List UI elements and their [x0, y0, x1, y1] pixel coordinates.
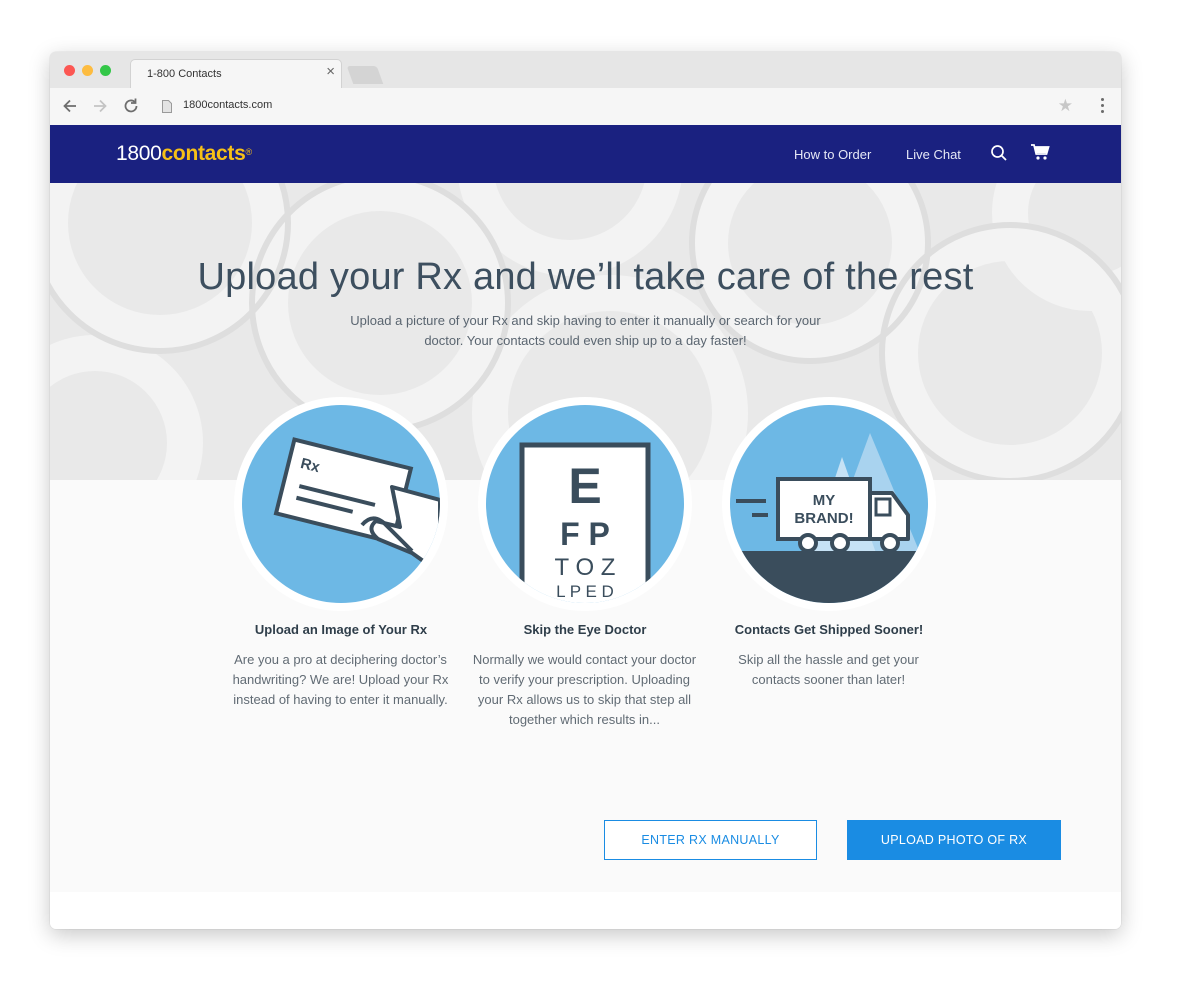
eye-chart-row-2: F P: [560, 516, 610, 552]
hero-subtitle: Upload a picture of your Rx and skip hav…: [350, 313, 821, 348]
logo-word: contacts: [161, 142, 246, 165]
bookmark-star-icon[interactable]: ★: [1058, 96, 1073, 116]
nav-live-chat[interactable]: Live Chat: [906, 147, 961, 162]
truck-text-line-1: MY: [813, 492, 836, 509]
eye-chart-illustration: E F P T O Z L P E D: [478, 397, 692, 611]
site-header: 1800contacts® How to Order Live Chat: [50, 125, 1121, 183]
reload-icon[interactable]: [121, 96, 141, 116]
cart-icon[interactable]: [1030, 143, 1050, 166]
upload-rx-illustration: Rx: [234, 397, 448, 611]
truck-text-line-2: BRAND!: [794, 510, 853, 527]
browser-toolbar: 1800contacts.com ★: [50, 88, 1121, 126]
maximize-window-button[interactable]: [100, 65, 111, 76]
feature-body-shipped-sooner: Skip all the hassle and get your contact…: [738, 652, 919, 687]
feature-heading-shipped-sooner: Contacts Get Shipped Sooner!: [734, 622, 924, 637]
upload-photo-of-rx-button[interactable]: UPLOAD PHOTO OF RX: [847, 820, 1061, 860]
feature-body-upload: Are you a pro at deciphering doctor’s ha…: [232, 652, 449, 707]
browser-tab[interactable]: 1-800 Contacts ×: [130, 59, 342, 88]
feature-heading-upload: Upload an Image of Your Rx: [254, 622, 428, 637]
page-icon: [162, 100, 172, 113]
browser-window: 1-800 Contacts × 1800contacts.com ★ 1800…: [50, 52, 1121, 929]
close-window-button[interactable]: [64, 65, 75, 76]
eye-chart-row-1: E: [568, 458, 601, 514]
back-arrow-icon[interactable]: [60, 96, 80, 116]
enter-rx-manually-button[interactable]: ENTER RX MANUALLY: [604, 820, 817, 860]
minimize-window-button[interactable]: [82, 65, 93, 76]
tab-title: 1-800 Contacts: [147, 68, 222, 80]
logo-number: 1800: [116, 142, 162, 165]
eye-chart-row-4: L P E D: [556, 582, 614, 601]
feature-body-skip-doctor: Normally we would contact your doctor to…: [472, 652, 697, 727]
logo-registered-mark: ®: [245, 147, 253, 157]
nav-how-to-order[interactable]: How to Order: [794, 147, 871, 162]
page-footer-area: [50, 892, 1121, 929]
shipping-truck-illustration: MY BRAND!: [722, 397, 936, 611]
tab-strip: 1-800 Contacts ×: [50, 52, 1121, 88]
hero-title: Upload your Rx and we’ll take care of th…: [197, 256, 974, 298]
feature-heading-skip-doctor: Skip the Eye Doctor: [523, 622, 647, 637]
eye-chart-row-3: T O Z: [555, 554, 616, 581]
tab-close-icon[interactable]: ×: [326, 64, 335, 80]
forward-arrow-icon[interactable]: [90, 96, 110, 116]
search-icon[interactable]: [990, 144, 1008, 167]
browser-menu-icon[interactable]: [1101, 98, 1105, 114]
new-tab-button[interactable]: [346, 66, 384, 84]
site-logo[interactable]: 1800contacts®: [116, 140, 252, 168]
address-bar[interactable]: 1800contacts.com: [183, 99, 272, 111]
